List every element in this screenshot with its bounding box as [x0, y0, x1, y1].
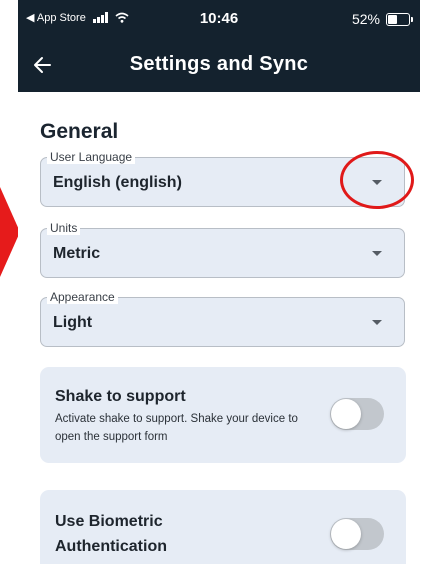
field-value: English (english) [53, 174, 182, 191]
field-label: Appearance [47, 290, 118, 304]
card-description: Activate shake to support. Shake your de… [55, 413, 298, 443]
field-value: Metric [53, 245, 101, 262]
caret-down-icon[interactable] [372, 251, 382, 256]
app-bar: Settings and Sync [18, 40, 420, 92]
toggle-knob [331, 519, 361, 549]
field-value: Light [53, 314, 93, 331]
phone-screen: ◀ App Store 10:46 52% Settings and Sync … [18, 0, 420, 564]
units-select[interactable]: Units Metric [40, 221, 405, 278]
section-title-general: General [40, 120, 119, 143]
battery-fill [388, 14, 397, 24]
biometric-auth-toggle[interactable] [330, 518, 384, 550]
appearance-select[interactable]: Appearance Light [40, 290, 405, 347]
page-title: Settings and Sync [129, 53, 309, 75]
battery-percent: 52% [351, 11, 380, 27]
card-title: Shake to support [55, 388, 186, 405]
biometric-auth-card: Use Biometric Authentication [40, 490, 406, 564]
status-bar: ◀ App Store 10:46 52% [18, 0, 420, 40]
caret-down-icon[interactable] [372, 320, 382, 325]
card-title-line1: Use Biometric [55, 513, 163, 530]
field-label: User Language [47, 150, 136, 164]
battery-icon [386, 12, 413, 26]
shake-to-support-toggle[interactable] [330, 398, 384, 430]
toggle-knob [331, 399, 361, 429]
status-right: 52% [351, 11, 413, 27]
shake-to-support-card: Shake to support Activate shake to suppo… [40, 367, 406, 463]
card-title-line2: Authentication [55, 538, 167, 555]
field-label: Units [47, 221, 81, 235]
annotation-circle [340, 151, 414, 209]
